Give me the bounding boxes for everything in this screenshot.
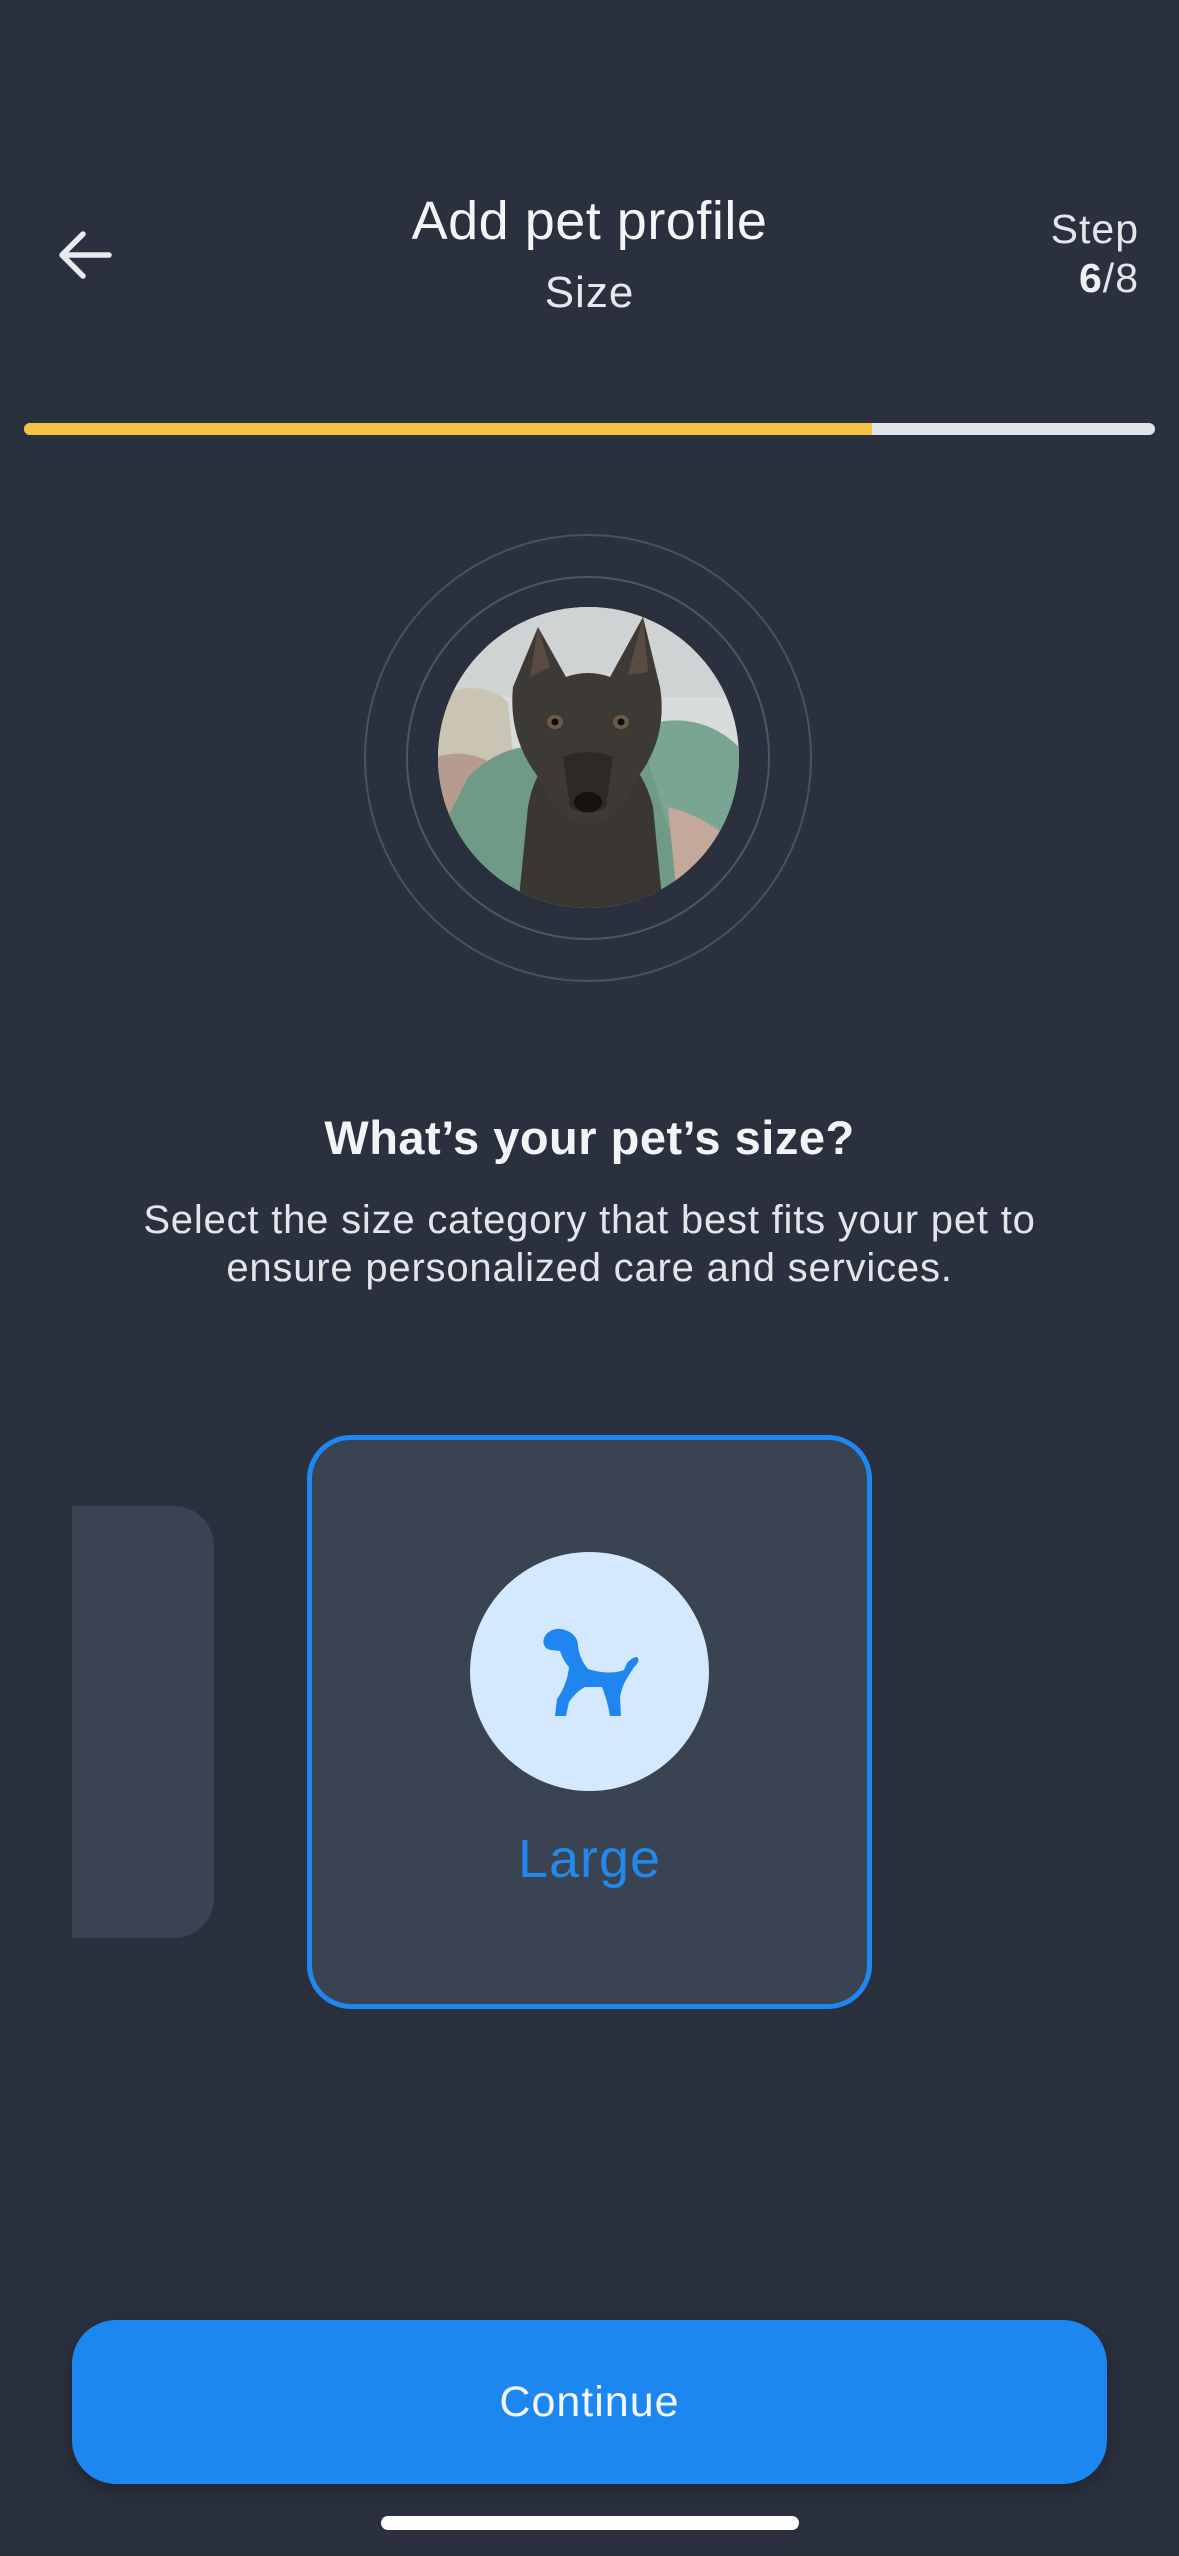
add-pet-profile-screen: Add pet profile Size Step 6/8 What’s you… [0,0,1179,2556]
step-label: Step [1050,206,1139,252]
progress-bar-fill [24,423,873,435]
progress-bar [24,423,1155,435]
step-count: 6/8 [1051,254,1139,303]
page-subtitle: Size [544,268,635,317]
pet-photo-illustration [438,607,739,908]
step-total: /8 [1102,255,1139,302]
step-indicator: Step 6/8 [1051,205,1139,303]
pet-photo [438,607,739,908]
question-title: What’s your pet’s size? [324,1111,855,1164]
size-option-card-previous[interactable] [72,1506,214,1938]
size-icon-circle [470,1552,709,1791]
size-option-label: Large [517,1829,662,1889]
question-description: Select the size category that best fits … [143,1198,1036,1290]
size-option-card-selected[interactable]: Large [307,1435,872,2009]
page-title: Add pet profile [411,191,768,251]
dog-icon [542,1628,638,1716]
step-current: 6 [1078,255,1103,302]
continue-button[interactable]: Continue [72,2320,1107,2484]
home-indicator[interactable] [381,2516,799,2530]
